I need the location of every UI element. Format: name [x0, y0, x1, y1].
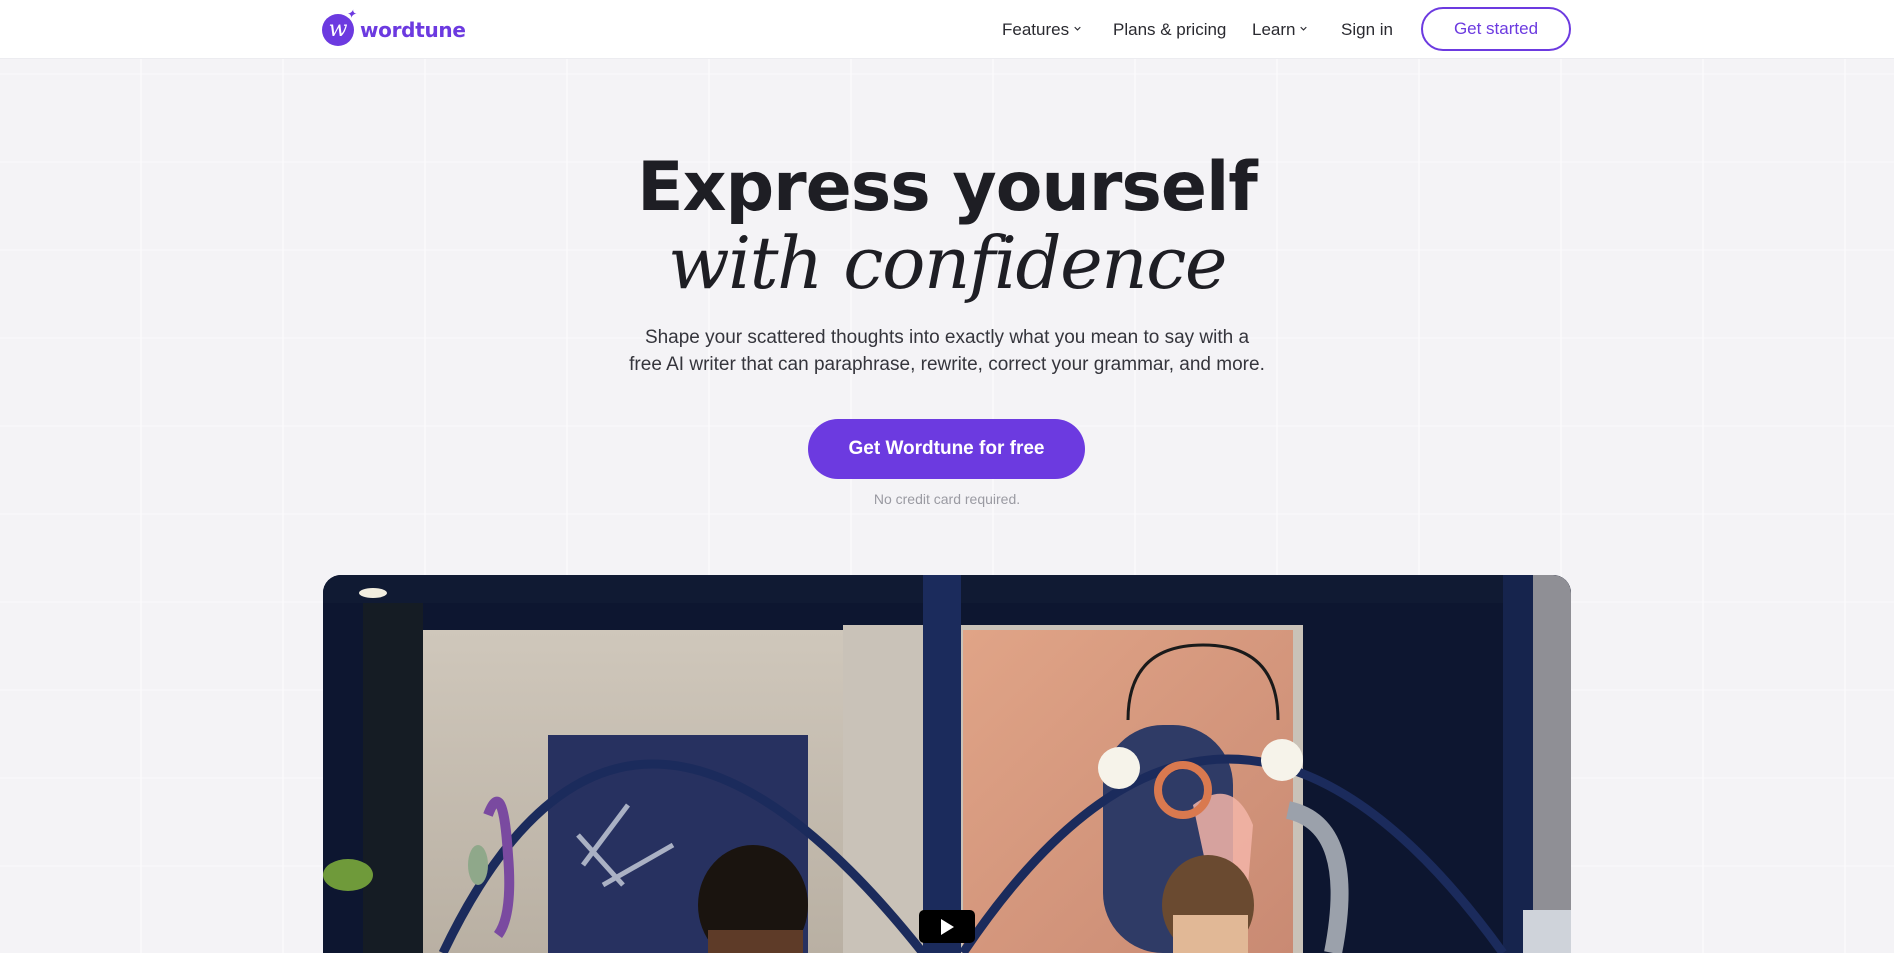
nav-plans-pricing[interactable]: Plans & pricing [1113, 0, 1226, 59]
no-credit-card-note: No credit card required. [873, 491, 1021, 507]
nav-learn[interactable]: Learn [1252, 0, 1308, 59]
chevron-down-icon [1074, 26, 1081, 31]
hero-video[interactable] [323, 575, 1571, 953]
nav-plans-label: Plans & pricing [1113, 19, 1227, 39]
brand-name: wordtune [360, 18, 466, 42]
video-thumbnail [323, 575, 1571, 953]
hero-subtitle-line2: free AI writer that can paraphrase, rewr… [629, 354, 1265, 375]
hero-title-line1: Express yourself [637, 148, 1258, 227]
wordtune-logo[interactable]: w ✦ wordtune [322, 8, 466, 50]
site-header: w ✦ wordtune Features Plans & pricing Lea… [0, 0, 1894, 59]
get-started-button[interactable]: Get started [1421, 7, 1571, 51]
get-wordtune-free-button[interactable]: Get Wordtune for free [808, 419, 1085, 479]
sign-in-label: Sign in [1341, 19, 1393, 39]
nav-learn-label: Learn [1252, 19, 1296, 39]
hero-subtitle-line1: Shape your scattered thoughts into exact… [644, 327, 1250, 348]
hero-title-line2: with confidence [667, 221, 1228, 305]
nav-features[interactable]: Features [1002, 0, 1081, 59]
nav-features-label: Features [1002, 19, 1070, 39]
chevron-down-icon [1300, 26, 1308, 31]
play-button[interactable] [919, 910, 975, 943]
wordtune-logo-icon: w ✦ [322, 8, 356, 46]
sign-in-link[interactable]: Sign in [1341, 0, 1393, 59]
play-icon [941, 918, 954, 935]
hero-subtitle: Shape your scattered thoughts into exact… [597, 324, 1297, 378]
